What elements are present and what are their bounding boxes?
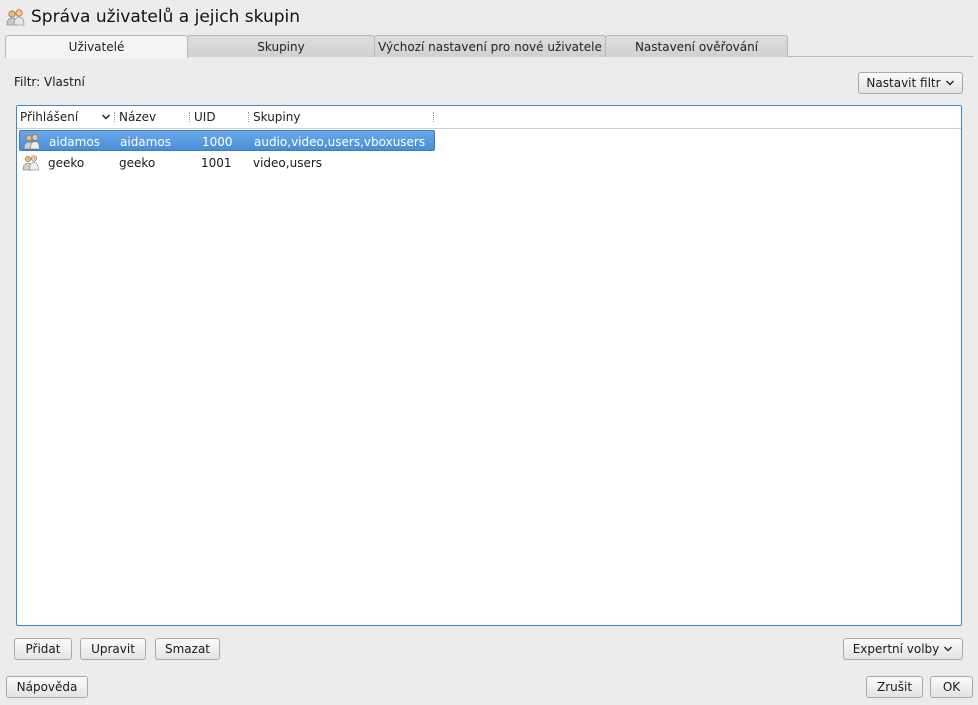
expert-options-label: Expertní volby (852, 642, 940, 656)
column-separator[interactable] (114, 112, 115, 122)
tab-authentication[interactable]: Nastavení ověřování (605, 35, 788, 57)
add-button-label: Přidat (25, 642, 61, 656)
tab-users[interactable]: Uživatelé (5, 35, 188, 58)
column-header-uid-label: UID (194, 110, 216, 124)
filter-label: Filtr: Vlastní (14, 75, 85, 89)
column-header-groups[interactable]: Skupiny (253, 106, 300, 128)
column-separator[interactable] (248, 112, 249, 122)
column-header-name[interactable]: Název (119, 106, 156, 128)
column-header-groups-label: Skupiny (253, 110, 301, 124)
tab-authentication-label: Nastavení ověřování (634, 39, 759, 54)
cell-login: aidamos (49, 134, 100, 149)
cell-login: geeko (48, 155, 85, 170)
cell-uid: 1000 (202, 134, 233, 149)
column-header-login-label: Přihlášení (20, 110, 79, 124)
cell-name: geeko (119, 155, 156, 170)
user-icon (22, 155, 39, 171)
sort-descending-icon (102, 114, 110, 120)
column-separator[interactable] (433, 112, 434, 122)
chevron-down-icon (944, 646, 953, 652)
add-button[interactable]: Přidat (14, 638, 72, 660)
users-table[interactable]: Přihlášení Název UID Skupiny aidamos aid… (16, 105, 962, 626)
users-group-icon (6, 9, 25, 26)
tab-defaults-label: Výchozí nastavení pro nové uživatele (378, 39, 602, 54)
table-row[interactable]: geeko geeko 1001 video,users (19, 152, 435, 173)
help-button-label: Nápověda (16, 680, 78, 694)
tab-defaults-new-users[interactable]: Výchozí nastavení pro nové uživatele (374, 35, 606, 57)
delete-button[interactable]: Smazat (155, 638, 220, 660)
cancel-button-label: Zrušit (876, 680, 913, 694)
set-filter-label: Nastavit filtr (866, 76, 941, 90)
help-button[interactable]: Nápověda (6, 676, 88, 698)
expert-options-button[interactable]: Expertní volby (843, 638, 963, 660)
tab-users-label: Uživatelé (68, 40, 125, 54)
cell-groups: audio,video,users,vboxusers (254, 134, 426, 149)
cancel-button[interactable]: Zrušit (866, 676, 923, 698)
page-title: Správa uživatelů a jejich skupin (31, 7, 301, 27)
tab-groups-label: Skupiny (257, 39, 305, 54)
ok-button[interactable]: OK (930, 676, 973, 698)
cell-uid: 1001 (201, 155, 232, 170)
cell-name: aidamos (120, 134, 171, 149)
delete-button-label: Smazat (164, 642, 211, 656)
column-separator[interactable] (189, 112, 190, 122)
cell-groups: video,users (253, 155, 323, 170)
ok-button-label: OK (942, 680, 961, 694)
column-header-name-label: Název (119, 110, 157, 124)
window-title-bar: Správa uživatelů a jejich skupin (6, 4, 300, 30)
column-header-uid[interactable]: UID (194, 106, 216, 128)
table-row[interactable]: aidamos aidamos 1000 audio,video,users,v… (19, 130, 435, 151)
edit-button[interactable]: Upravit (80, 638, 146, 660)
set-filter-button[interactable]: Nastavit filtr (858, 72, 963, 94)
column-header-login[interactable]: Přihlášení (20, 106, 113, 128)
tab-bar: Uživatelé Skupiny Výchozí nastavení pro … (5, 35, 973, 58)
user-icon (23, 134, 40, 150)
edit-button-label: Upravit (91, 642, 135, 656)
table-header: Přihlášení Název UID Skupiny (17, 106, 961, 129)
tab-groups[interactable]: Skupiny (187, 35, 375, 57)
chevron-down-icon (945, 80, 954, 86)
